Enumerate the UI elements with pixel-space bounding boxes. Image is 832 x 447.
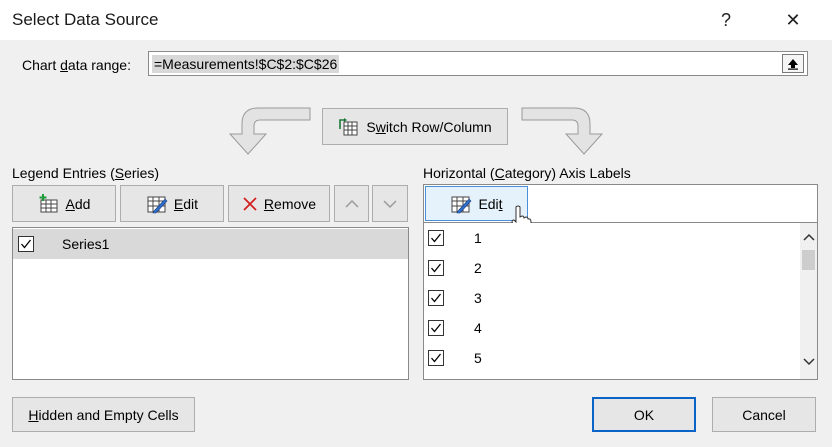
switch-row-column-button[interactable]: Switch Row/Column bbox=[322, 108, 508, 145]
list-item-axis-label[interactable]: 3 bbox=[424, 283, 799, 313]
check-icon bbox=[431, 353, 442, 363]
edit-table-icon bbox=[451, 196, 472, 213]
chart-data-range-label: Chart data range: bbox=[22, 57, 131, 73]
list-item-axis-label[interactable]: 4 bbox=[424, 313, 799, 343]
close-button[interactable]: ✕ bbox=[773, 4, 813, 36]
edit-series-label: Edit bbox=[173, 195, 199, 212]
hidden-empty-cells-label: Hidden and Empty Cells bbox=[28, 406, 179, 423]
scrollbar-thumb[interactable] bbox=[802, 250, 815, 270]
move-up-button[interactable] bbox=[334, 185, 369, 222]
axis-label-checkbox[interactable] bbox=[428, 350, 444, 366]
legend-entries-list: Series1 bbox=[12, 227, 409, 380]
check-icon bbox=[21, 239, 32, 249]
switch-row-column-label: Switch Row/Column bbox=[366, 118, 492, 135]
axis-label-value: 3 bbox=[474, 290, 482, 306]
edit-series-button[interactable]: Edit bbox=[120, 185, 224, 222]
edit-table-icon bbox=[147, 196, 168, 213]
add-series-label: Add bbox=[65, 195, 91, 212]
add-table-icon bbox=[39, 193, 58, 212]
list-item-series[interactable]: Series1 bbox=[13, 229, 408, 259]
edit-axis-labels-label: Edit bbox=[478, 195, 503, 212]
axis-label-value: 4 bbox=[474, 320, 482, 336]
move-down-button[interactable] bbox=[372, 185, 408, 222]
add-series-button[interactable]: Add bbox=[12, 185, 116, 222]
upload-arrow-icon bbox=[788, 58, 798, 70]
list-item-axis-label[interactable]: 5 bbox=[424, 343, 799, 373]
series-name: Series1 bbox=[62, 236, 110, 252]
scrollbar[interactable] bbox=[800, 223, 817, 379]
collapse-range-button[interactable] bbox=[782, 54, 804, 73]
check-icon bbox=[431, 233, 442, 243]
axis-label-checkbox[interactable] bbox=[428, 230, 444, 246]
curved-arrow-right-icon bbox=[521, 107, 604, 155]
check-icon bbox=[431, 323, 442, 333]
scroll-up-icon[interactable] bbox=[800, 227, 817, 247]
remove-x-icon bbox=[243, 196, 257, 211]
chart-data-range-value: =Measurements!$C$2:$C$26 bbox=[152, 55, 340, 73]
remove-series-label: Remove bbox=[263, 195, 317, 212]
chart-data-range-input[interactable]: =Measurements!$C$2:$C$26 bbox=[148, 51, 808, 76]
switch-row-column-icon bbox=[339, 117, 358, 135]
check-icon bbox=[431, 263, 442, 273]
axis-label-value: 1 bbox=[474, 230, 482, 246]
scroll-down-icon[interactable] bbox=[800, 352, 817, 372]
check-icon bbox=[431, 293, 442, 303]
hidden-empty-cells-button[interactable]: Hidden and Empty Cells bbox=[12, 397, 195, 432]
ok-button[interactable]: OK bbox=[592, 397, 696, 432]
chevron-down-icon bbox=[383, 199, 397, 208]
remove-series-button[interactable]: Remove bbox=[228, 185, 330, 222]
axis-label-value: 5 bbox=[474, 350, 482, 366]
help-button[interactable]: ? bbox=[706, 4, 746, 36]
list-item-axis-label[interactable]: 1 bbox=[424, 223, 799, 253]
axis-labels-heading: Horizontal (Category) Axis Labels bbox=[423, 165, 631, 181]
axis-label-checkbox[interactable] bbox=[428, 290, 444, 306]
curved-arrow-left-icon bbox=[228, 107, 311, 155]
cancel-button[interactable]: Cancel bbox=[712, 397, 816, 432]
legend-entries-heading: Legend Entries (Series) bbox=[12, 165, 160, 181]
series-checkbox[interactable] bbox=[18, 236, 34, 252]
axis-labels-list: 1 2 3 4 5 bbox=[423, 223, 818, 380]
list-item-axis-label[interactable]: 2 bbox=[424, 253, 799, 283]
axis-label-value: 2 bbox=[474, 260, 482, 276]
axis-label-checkbox[interactable] bbox=[428, 320, 444, 336]
dialog-title: Select Data Source bbox=[12, 10, 159, 29]
chevron-up-icon bbox=[344, 199, 359, 208]
axis-label-checkbox[interactable] bbox=[428, 260, 444, 276]
